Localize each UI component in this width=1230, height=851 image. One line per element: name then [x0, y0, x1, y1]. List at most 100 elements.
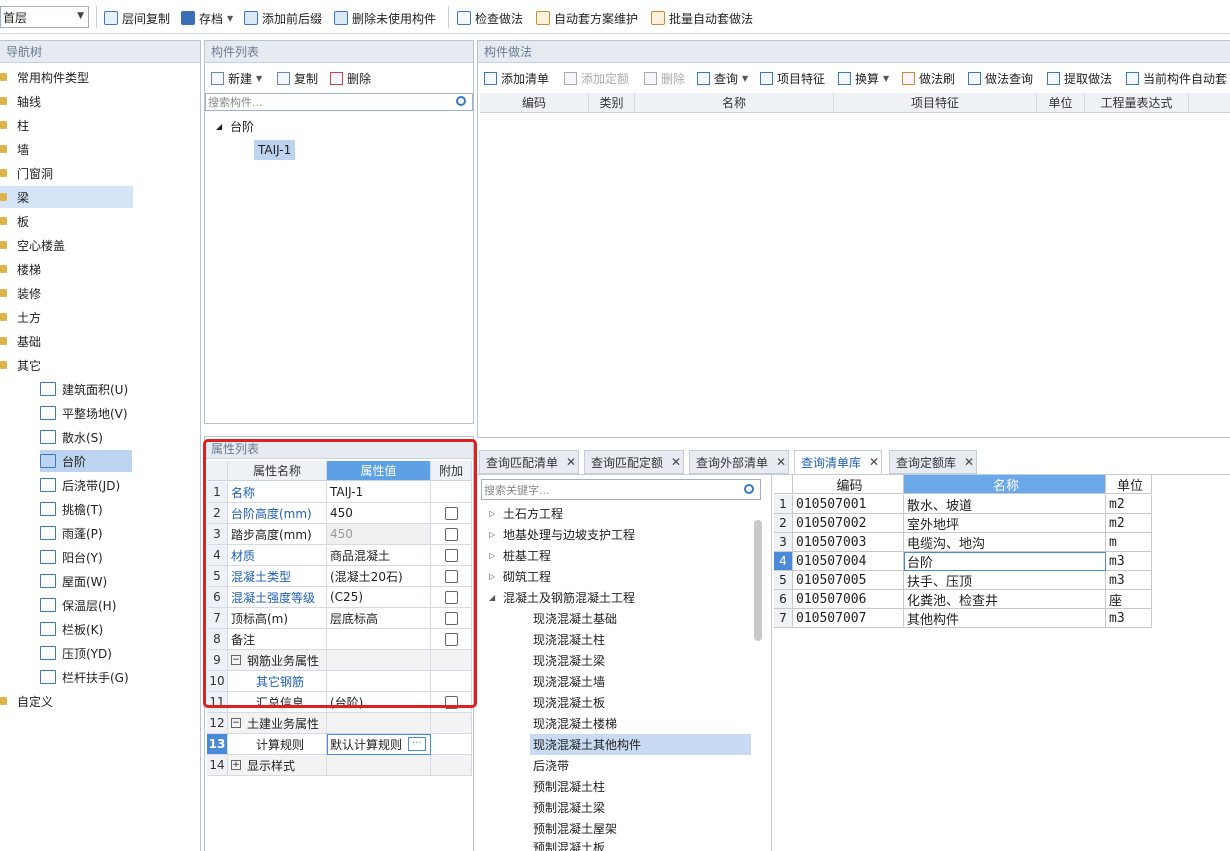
tab-4[interactable]: 查询定额库 ✕ [889, 450, 977, 474]
close-icon[interactable]: ✕ [869, 455, 879, 469]
convert-button[interactable]: 换算 ▼ [838, 66, 889, 90]
library-sub-item-0[interactable]: 现浇混凝土基础 [530, 608, 730, 629]
close-icon[interactable]: ✕ [964, 455, 974, 469]
floor-select[interactable]: 首层 ▼ [0, 6, 89, 28]
library-sub-item-9[interactable]: 预制混凝土梁 [530, 797, 730, 818]
library-scrollbar[interactable] [754, 520, 762, 641]
add-prefix-button[interactable]: 添加前后缀 [244, 9, 322, 27]
add-quota-button[interactable]: 添加定额 [564, 66, 629, 90]
library-item-2[interactable]: ▷ 桩基工程 [489, 545, 551, 566]
prop-value[interactable] [327, 713, 431, 734]
delete-unused-button[interactable]: 删除未使用构件 [334, 9, 436, 27]
nav-sub-item-6[interactable]: 雨蓬(P) [40, 522, 190, 544]
library-sub-item-6[interactable]: 现浇混凝土其他构件 [530, 734, 751, 755]
library-sub-item-2[interactable]: 现浇混凝土梁 [530, 650, 730, 671]
nav-item-5[interactable]: 梁 [0, 186, 133, 208]
chevron-down-icon: ▼ [883, 73, 890, 83]
extract-button[interactable]: 提取做法 [1047, 66, 1112, 90]
nav-item-4[interactable]: 门窗洞 [0, 162, 198, 184]
library-sub-item-3[interactable]: 现浇混凝土墙 [530, 671, 730, 692]
result-row[interactable]: 3 010507003 电缆沟、地沟 m [774, 533, 1152, 552]
library-sub-item-1[interactable]: 现浇混凝土柱 [530, 629, 730, 650]
auto-scheme-button[interactable]: 自动套方案维护 [536, 9, 638, 27]
library-sub-item-10[interactable]: 预制混凝土屋架 [530, 818, 730, 839]
component-icon [40, 574, 56, 588]
nav-item-7[interactable]: 空心楼盖 [0, 234, 198, 256]
brush-button[interactable]: 做法刷 [902, 66, 955, 90]
method-title: 构件做法 [478, 41, 1230, 63]
result-row[interactable]: 7 010507007 其他构件 m3 [774, 609, 1152, 628]
prop-value[interactable] [327, 755, 431, 776]
result-name: 扶手、压顶 [904, 571, 1106, 590]
nav-sub-item-2[interactable]: 散水(S) [40, 426, 190, 448]
tree-group-taijie[interactable]: ◢ 台阶 [216, 117, 254, 135]
library-item-1[interactable]: ▷ 地基处理与边坡支护工程 [489, 524, 635, 545]
library-item-4[interactable]: ◢ 混凝土及钢筋混凝土工程 [489, 587, 635, 608]
tab-2[interactable]: 查询外部清单 ✕ [689, 450, 789, 474]
nav-item-2[interactable]: 柱 [0, 114, 198, 136]
library-sub-item-7[interactable]: 后浇带 [530, 755, 730, 776]
method-delete-icon [644, 71, 657, 85]
nav-item-0[interactable]: 常用构件类型 [0, 66, 198, 88]
component-search-input[interactable]: 搜索构件... [205, 93, 473, 111]
component-icon [40, 646, 56, 660]
query-button[interactable]: 查询 ▼ [697, 66, 748, 90]
nav-sub-item-1[interactable]: 平整场地(V) [40, 402, 190, 424]
tab-1[interactable]: 查询匹配定额 ✕ [584, 450, 684, 474]
nav-item-8[interactable]: 楼梯 [0, 258, 198, 280]
library-item-0[interactable]: ▷ 土石方工程 [489, 503, 563, 524]
new-button[interactable]: 新建 ▼ [211, 66, 262, 90]
expand-triangle-icon: ▷ [489, 551, 496, 560]
nav-sub-item-4[interactable]: 后浇带(JD) [40, 474, 190, 496]
copy-floor-button[interactable]: 层间复制 [104, 9, 170, 27]
nav-item-custom[interactable]: 自定义 [0, 690, 198, 712]
library-sub-item-8[interactable]: 预制混凝土柱 [530, 776, 730, 797]
nav-item-3[interactable]: 墙 [0, 138, 198, 160]
nav-sub-item-8[interactable]: 屋面(W) [40, 570, 190, 592]
result-name: 电缆沟、地沟 [904, 533, 1106, 552]
nav-sub-item-10[interactable]: 栏板(K) [40, 618, 190, 640]
library-sub-item-11[interactable]: 预制混凝土板 [530, 839, 730, 851]
nav-sub-item-9[interactable]: 保温层(H) [40, 594, 190, 616]
nav-item-10[interactable]: 土方 [0, 306, 198, 328]
save-button[interactable]: 存档 ▼ [181, 9, 233, 27]
component-item-taij-1[interactable]: TAIJ-1 [254, 140, 296, 160]
nav-sub-item-3[interactable]: 台阶 [40, 450, 132, 472]
close-icon[interactable]: ✕ [776, 455, 786, 469]
method-query-button[interactable]: 做法查询 [968, 66, 1033, 90]
nav-item-1[interactable]: 轴线 [0, 90, 198, 112]
keyword-search-input[interactable]: 搜索关键字... [481, 479, 761, 500]
nav-item-12[interactable]: 其它 [0, 354, 198, 376]
library-sub-item-5[interactable]: 现浇混凝土楼梯 [530, 713, 730, 734]
check-method-button[interactable]: 检查做法 [457, 9, 523, 27]
nav-item-11[interactable]: 基础 [0, 330, 198, 352]
close-icon[interactable]: ✕ [671, 455, 681, 469]
close-icon[interactable]: ✕ [566, 455, 576, 469]
nav-item-6[interactable]: 板 [0, 210, 198, 232]
nav-sub-item-7[interactable]: 阳台(Y) [40, 546, 190, 568]
nav-sub-item-5[interactable]: 挑檐(T) [40, 498, 190, 520]
tab-3[interactable]: 查询清单库 ✕ [794, 450, 882, 474]
tab-0[interactable]: 查询匹配清单 ✕ [479, 450, 579, 474]
result-row[interactable]: 6 010507006 化粪池、检查井 座 [774, 590, 1152, 609]
result-row[interactable]: 5 010507005 扶手、压顶 m3 [774, 571, 1152, 590]
library-item-3[interactable]: ▷ 砌筑工程 [489, 566, 551, 587]
method-delete-button[interactable]: 删除 [644, 66, 685, 90]
result-row[interactable]: 1 010507001 散水、坡道 m2 [774, 495, 1152, 514]
current-auto-button[interactable]: 当前构件自动套 [1126, 66, 1227, 90]
feature-button[interactable]: 项目特征 [760, 66, 825, 90]
batch-auto-button[interactable]: 批量自动套做法 [651, 9, 753, 27]
component-icon [40, 622, 56, 636]
more-icon[interactable]: ··· [408, 737, 426, 751]
nav-item-9[interactable]: 装修 [0, 282, 198, 304]
nav-sub-item-0[interactable]: 建筑面积(U) [40, 378, 190, 400]
result-row[interactable]: 2 010507002 室外地坪 m2 [774, 514, 1152, 533]
copy-button[interactable]: 复制 [277, 66, 318, 90]
delete-button[interactable]: 删除 [330, 66, 371, 90]
nav-sub-item-12[interactable]: 栏杆扶手(G) [40, 666, 190, 688]
add-list-button[interactable]: 添加清单 [484, 66, 549, 90]
result-row[interactable]: 4 010507004 台阶 m3 [774, 552, 1152, 571]
nav-sub-item-11[interactable]: 压顶(YD) [40, 642, 190, 664]
prop-value[interactable]: 默认计算规则 ··· [327, 734, 431, 755]
library-sub-item-4[interactable]: 现浇混凝土板 [530, 692, 730, 713]
